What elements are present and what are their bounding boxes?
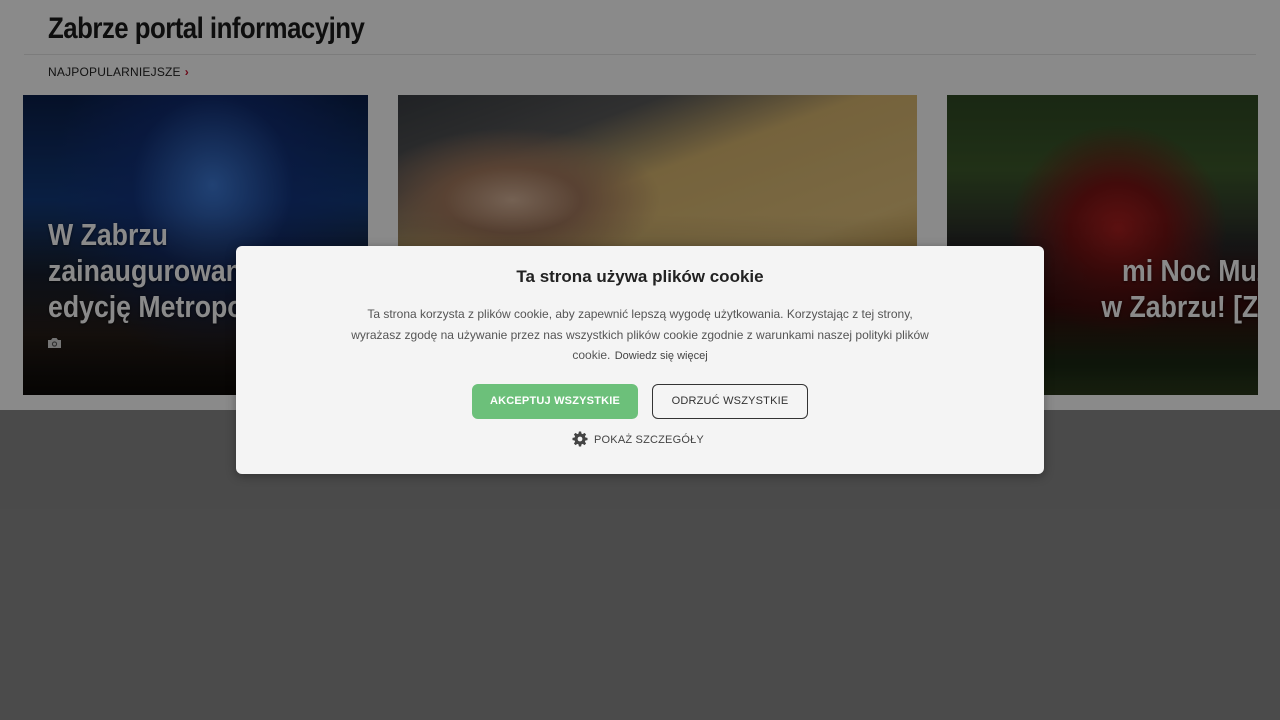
cookie-consent-dialog: Ta strona używa plików cookie Ta strona … (236, 246, 1044, 474)
learn-more-link[interactable]: Dowiedz się więcej (615, 350, 708, 362)
show-details-button[interactable]: POKAŻ SZCZEGÓŁY (572, 431, 704, 449)
cookie-dialog-body: Ta strona korzysta z plików cookie, aby … (346, 304, 934, 367)
reject-all-button[interactable]: ODRZUĆ WSZYSTKIE (652, 384, 808, 419)
cookie-dialog-heading: Ta strona używa plików cookie (516, 267, 764, 286)
show-details-label: POKAŻ SZCZEGÓŁY (594, 434, 704, 446)
gear-icon (572, 431, 588, 447)
accept-all-button[interactable]: AKCEPTUJ WSZYSTKIE (472, 384, 638, 419)
